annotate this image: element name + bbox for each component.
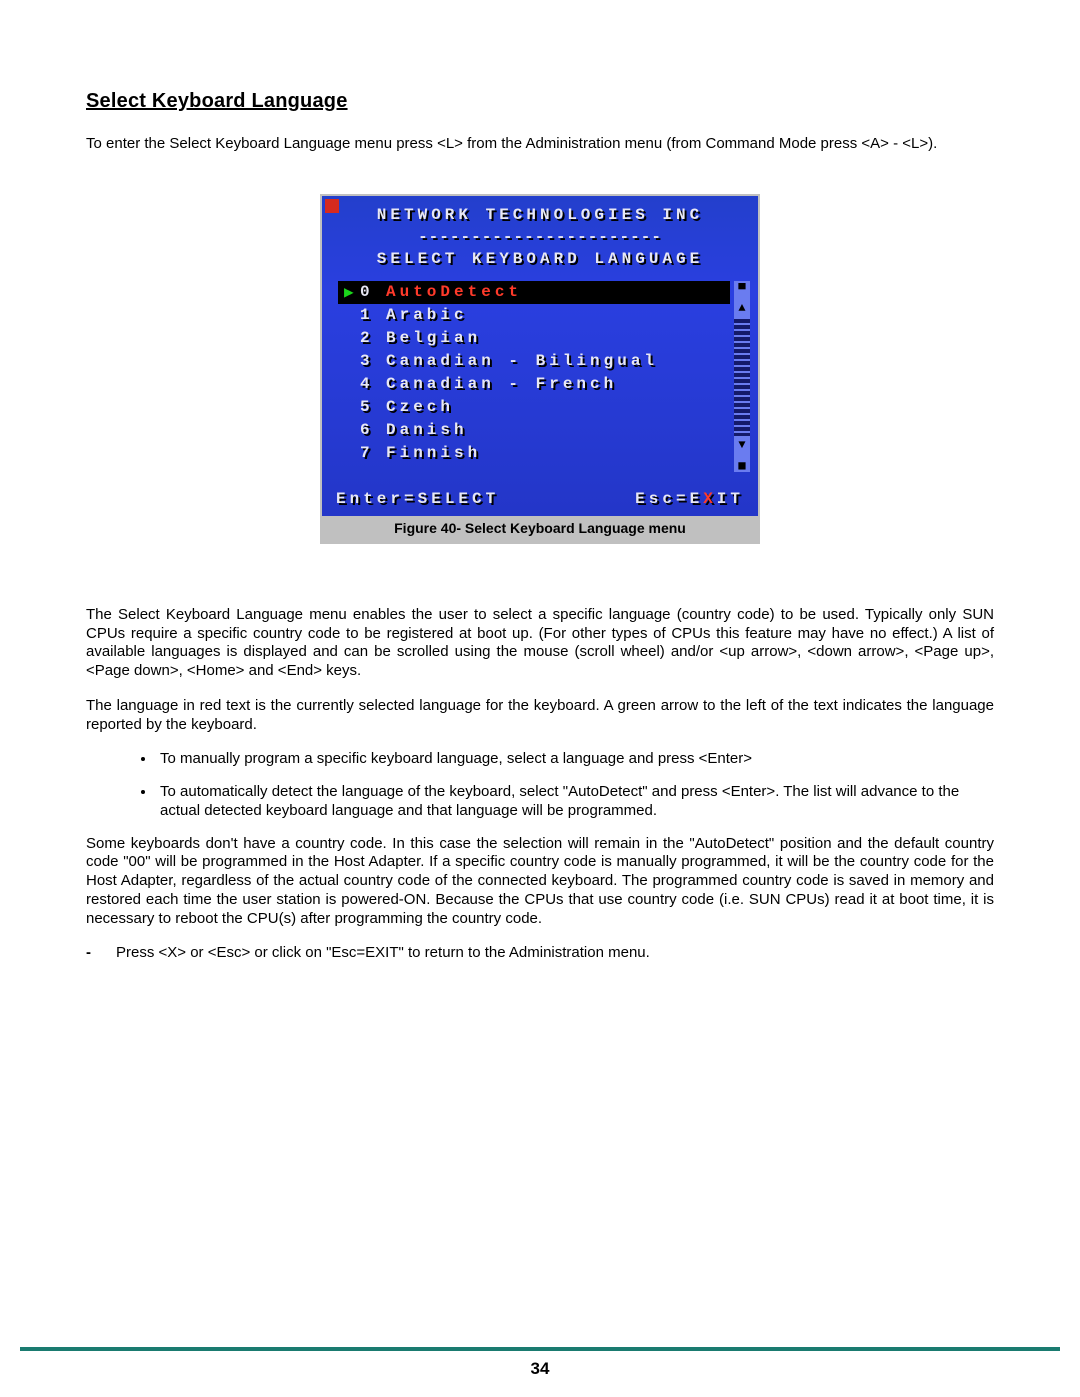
list-item-number: 5 — [360, 398, 386, 416]
list-item-number: 2 — [360, 329, 386, 347]
exit-x-icon: X — [703, 490, 717, 508]
intro-paragraph: To enter the Select Keyboard Language me… — [86, 135, 994, 154]
esc-exit-pre: Esc=E — [635, 490, 703, 508]
esc-exit-hint[interactable]: Esc=EXIT — [635, 490, 744, 508]
list-item[interactable]: 4 Canadian - French — [338, 373, 730, 396]
bullet-item: To manually program a specific keyboard … — [156, 750, 994, 769]
footer-rule — [20, 1347, 1060, 1351]
list-item[interactable]: 5 Czech — [338, 396, 730, 419]
osd-footer: Enter=SELECT Esc=EXIT — [322, 486, 758, 516]
list-item-number: 7 — [360, 444, 386, 462]
scroll-top-icon[interactable]: ▀ — [734, 281, 750, 299]
list-item-number: 0 — [360, 283, 386, 301]
list-item-number: 4 — [360, 375, 386, 393]
list-item-number: 1 — [360, 306, 386, 324]
list-item-number: 6 — [360, 421, 386, 439]
scroll-track[interactable] — [734, 317, 750, 436]
list-item-label: Finnish — [386, 444, 730, 462]
list-item-label: Arabic — [386, 306, 730, 324]
list-item-label: Danish — [386, 421, 730, 439]
list-item[interactable]: 3 Canadian - Bilingual — [338, 350, 730, 373]
corner-indicator-icon — [325, 199, 339, 213]
figure-container: NETWORK TECHNOLOGIES INC ---------------… — [320, 194, 760, 544]
list-item-label: Canadian - Bilingual — [386, 352, 730, 370]
bullet-list: To manually program a specific keyboard … — [86, 750, 994, 820]
section-heading: Select Keyboard Language — [86, 90, 994, 113]
list-item-label: Belgian — [386, 329, 730, 347]
scroll-up-icon[interactable]: ▲ — [734, 299, 750, 317]
paragraph-2: The language in red text is the currentl… — [86, 697, 994, 735]
page-number: 34 — [0, 1359, 1080, 1379]
list-item[interactable]: 6 Danish — [338, 419, 730, 442]
paragraph-3: Some keyboards don't have a country code… — [86, 835, 994, 929]
list-item-label: Czech — [386, 398, 730, 416]
osd-header: NETWORK TECHNOLOGIES INC ---------------… — [322, 196, 758, 270]
osd-divider: ----------------------- — [322, 226, 758, 248]
enter-select-hint[interactable]: Enter=SELECT — [336, 490, 499, 508]
figure-caption: Figure 40- Select Keyboard Language menu — [322, 516, 758, 542]
scroll-down-icon[interactable]: ▼ — [734, 436, 750, 454]
osd-menu-title: SELECT KEYBOARD LANGUAGE — [322, 248, 758, 270]
list-item[interactable]: ▶ 0 AutoDetect — [338, 281, 730, 304]
list-item[interactable]: 7 Finnish — [338, 442, 730, 465]
osd-company-line: NETWORK TECHNOLOGIES INC — [322, 204, 758, 226]
list-item[interactable]: 1 Arabic — [338, 304, 730, 327]
paragraph-1: The Select Keyboard Language menu enable… — [86, 606, 994, 681]
document-page: Select Keyboard Language To enter the Se… — [0, 0, 1080, 1397]
osd-list: ▶ 0 AutoDetect 1 Arabic 2 Belgian 3 — [338, 281, 730, 472]
list-item-label: Canadian - French — [386, 375, 730, 393]
reported-arrow-icon: ▶ — [344, 282, 360, 302]
list-item-label: AutoDetect — [386, 283, 730, 301]
list-item-number: 3 — [360, 352, 386, 370]
scrollbar[interactable]: ▀ ▲ ▼ ▄ — [734, 281, 750, 472]
esc-exit-post: IT — [717, 490, 744, 508]
list-item[interactable]: 2 Belgian — [338, 327, 730, 350]
dash-item-text: Press <X> or <Esc> or click on "Esc=EXIT… — [116, 944, 650, 963]
osd-screenshot: NETWORK TECHNOLOGIES INC ---------------… — [322, 196, 758, 516]
bullet-item: To automatically detect the language of … — [156, 783, 994, 821]
dash-list-item: - Press <X> or <Esc> or click on "Esc=EX… — [86, 944, 994, 963]
scroll-bottom-icon[interactable]: ▄ — [734, 454, 750, 472]
dash-bullet-icon: - — [86, 944, 116, 963]
